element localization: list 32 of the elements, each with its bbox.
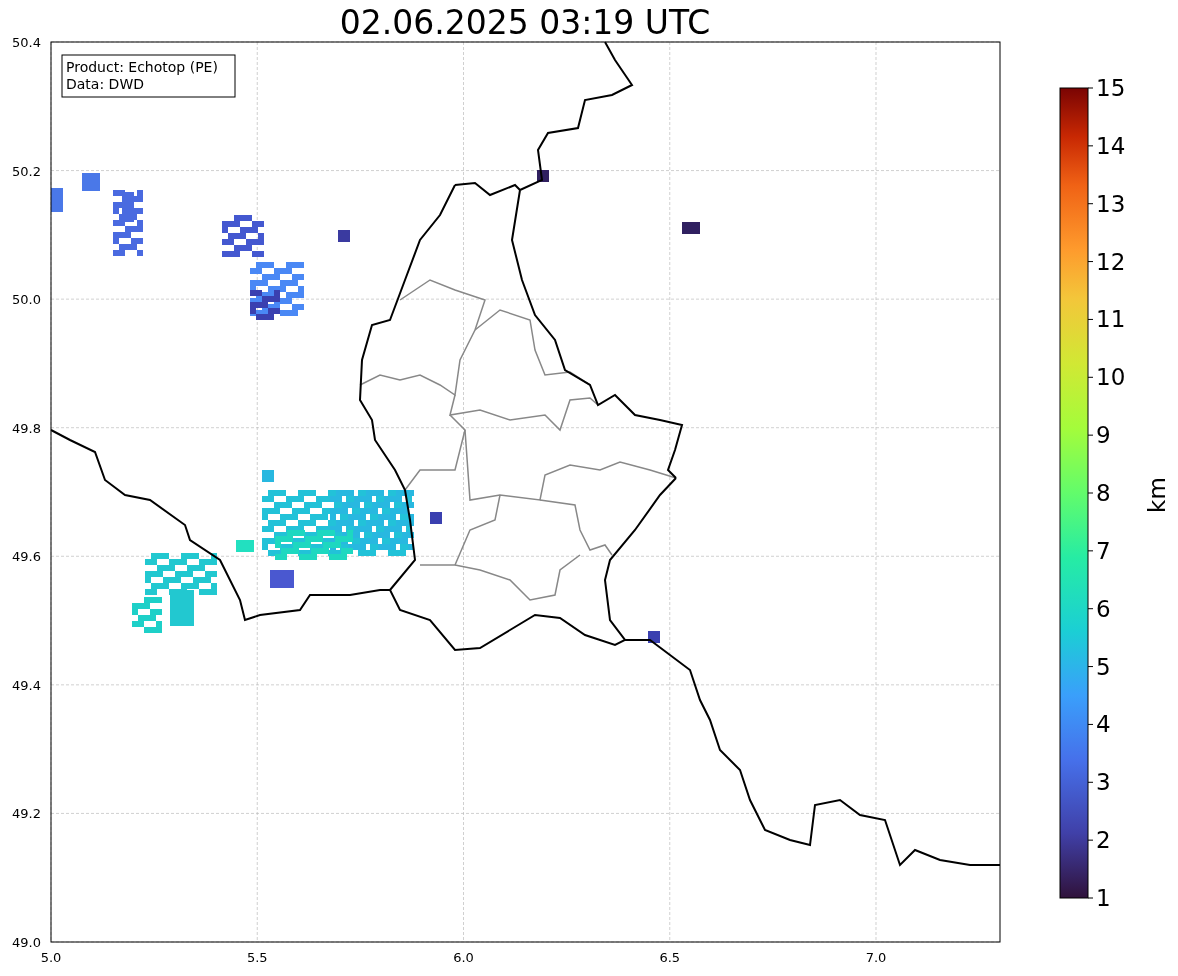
legend-text: Product: Echotop (PE)	[66, 59, 218, 75]
colorbar-tick-label: 1	[1096, 885, 1111, 911]
y-tick-label: 49.8	[12, 420, 41, 436]
colorbar-tick-label: 6	[1096, 595, 1111, 622]
legend-text: Data: DWD	[66, 76, 144, 92]
colorbar-tick-label: 3	[1096, 769, 1111, 796]
colorbar-tick-label: 9	[1096, 422, 1111, 449]
colorbar-tick-label: 4	[1096, 711, 1111, 738]
colorbar-tick-label: 12	[1096, 248, 1126, 275]
y-tick-label: 49.2	[12, 806, 41, 822]
y-tick-label: 50.0	[12, 292, 41, 308]
y-tick-label: 49.4	[12, 677, 41, 693]
x-tick-label: 6.0	[453, 950, 474, 965]
colorbar-tick-label: 10	[1096, 364, 1126, 391]
colorbar-tick-label: 13	[1096, 190, 1126, 217]
colorbar-tick-label: 8	[1096, 480, 1111, 506]
y-tick-label: 49.6	[12, 549, 41, 565]
colorbar-tick-label: 5	[1096, 653, 1111, 680]
x-tick-label: 5.0	[40, 950, 62, 965]
chart-title: 02.06.2025 03:19 UTC	[339, 3, 711, 42]
x-tick-label: 7.0	[865, 950, 887, 965]
y-tick-label: 49.0	[12, 935, 41, 950]
colorbar-tick-label: 7	[1096, 537, 1111, 564]
colorbar-tick-label: 2	[1096, 827, 1111, 854]
colorbar-tick-label: 15	[1096, 75, 1126, 101]
colorbar-tick-label: 14	[1096, 132, 1126, 159]
x-tick-label: 6.5	[659, 950, 681, 965]
y-tick-label: 50.2	[12, 163, 41, 179]
y-tick-label: 50.4	[12, 35, 41, 50]
colorbar-tick-label: 11	[1096, 306, 1126, 333]
x-tick-label: 5.5	[246, 950, 268, 965]
colorbar-label: km	[1144, 477, 1170, 513]
